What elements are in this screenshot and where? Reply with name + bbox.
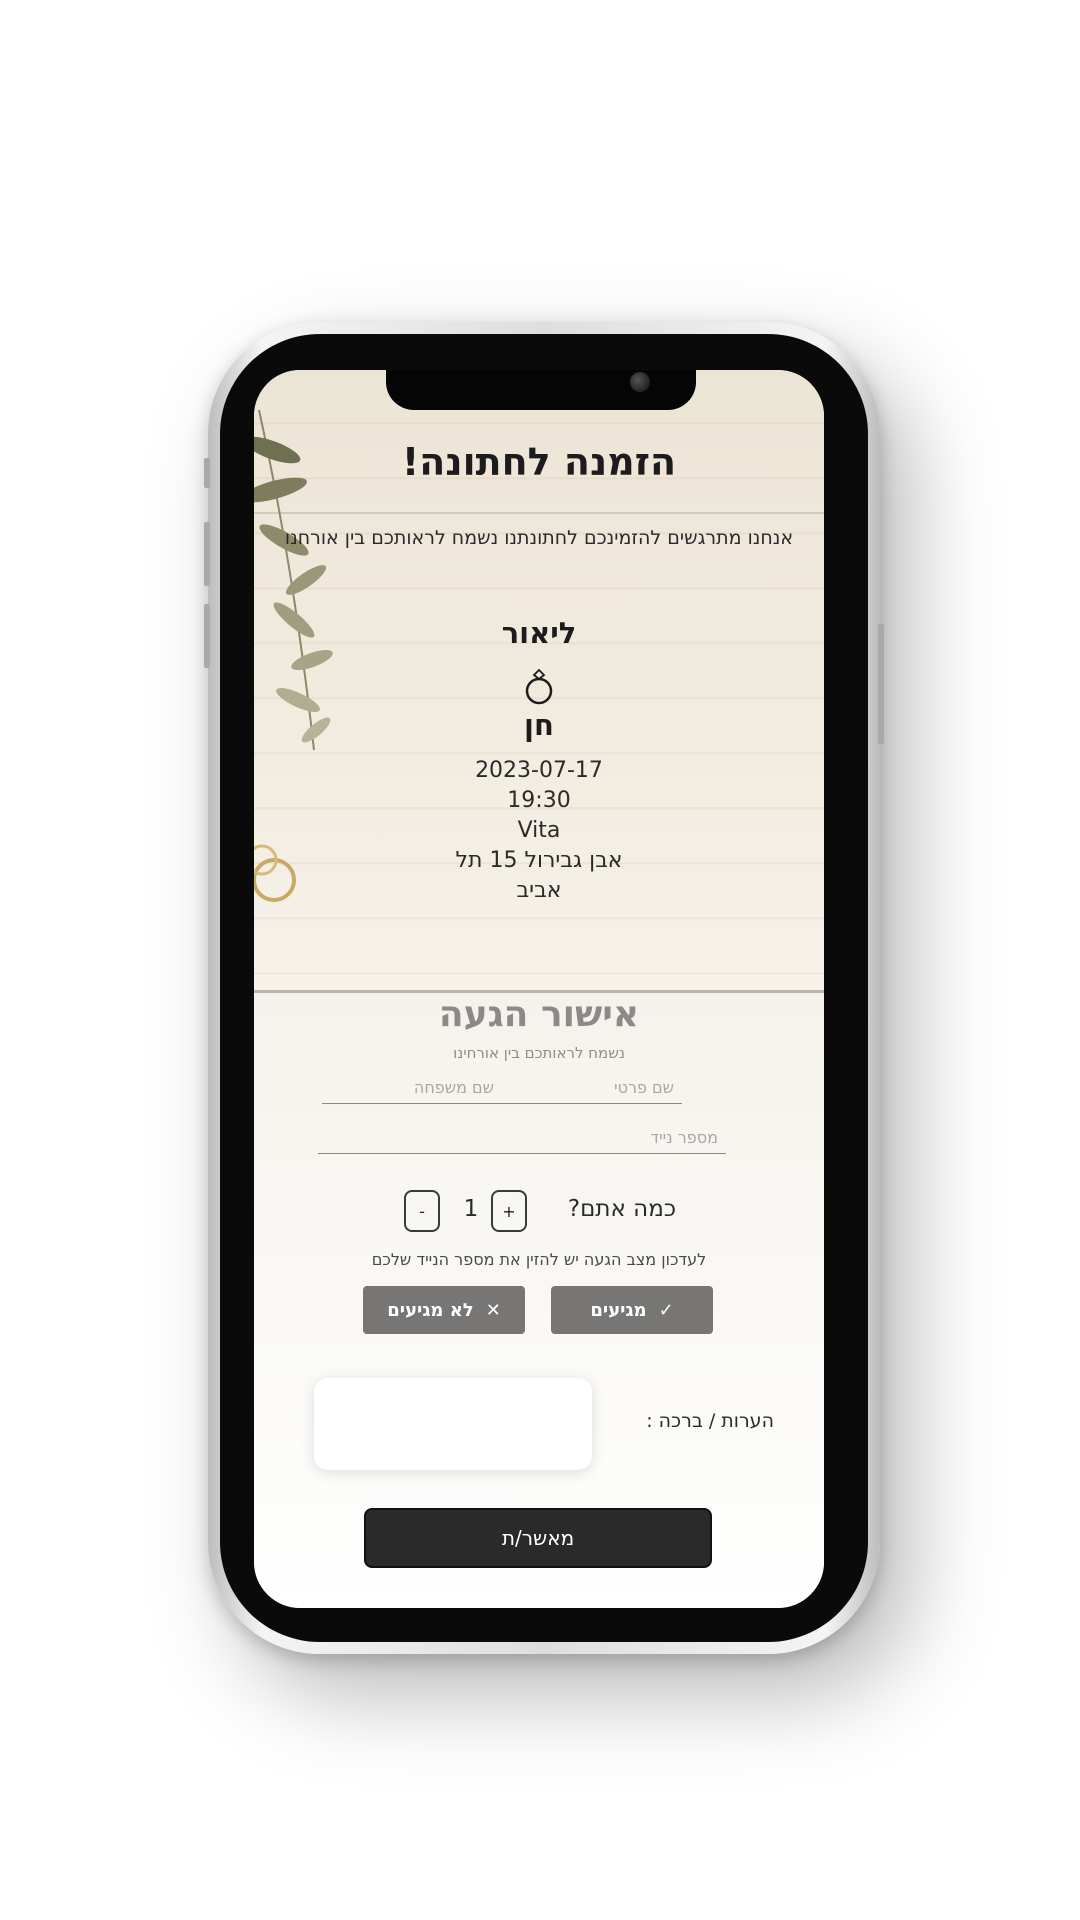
attending-button[interactable]: ✓ מגיעים <box>551 1286 713 1334</box>
last-name-field[interactable] <box>322 1072 502 1104</box>
not-attending-label: לא מגיעים <box>387 1299 474 1321</box>
volume-button <box>204 458 210 488</box>
invitation-intro: אנחנו מתרגשים להזמינכם לחתונתנו נשמח לרא… <box>284 527 794 549</box>
close-icon: ✕ <box>485 1299 501 1321</box>
camera-notch <box>386 370 696 410</box>
volume-down-button <box>204 604 210 668</box>
invitation-title: הזמנה לחתונה! <box>401 440 677 484</box>
not-attending-button[interactable]: ✕ לא מגיעים <box>363 1286 525 1334</box>
volume-up-button <box>204 522 210 586</box>
first-name-field[interactable] <box>502 1072 682 1104</box>
event-time: 19:30 <box>507 788 571 813</box>
check-icon: ✓ <box>658 1299 674 1321</box>
front-camera <box>630 372 650 392</box>
event-date: 2023-07-17 <box>475 758 603 783</box>
attending-label: מגיעים <box>590 1299 647 1321</box>
event-address-line1: אבן גבירול 15 תל <box>455 848 623 873</box>
notes-textarea[interactable] <box>314 1378 592 1470</box>
rsvp-title: אישור הגעה <box>438 994 640 1035</box>
partner-one-name: ליאור <box>501 616 577 650</box>
power-button <box>878 624 884 744</box>
update-status-note: לעדכון מצב הגעה יש להזין את מספר הנייד ש… <box>371 1250 707 1269</box>
ring-icon <box>525 668 553 705</box>
notes-label: הערות / ברכה : <box>646 1410 774 1432</box>
guest-count-value: 1 <box>463 1196 479 1222</box>
increase-count-button[interactable]: + <box>491 1190 527 1232</box>
rsvp-subtitle: נשמח לראותכם בין אורחינו <box>453 1044 625 1062</box>
partner-two-name: חן <box>524 708 554 742</box>
phone-field[interactable] <box>318 1122 726 1154</box>
event-address-line2: אביב <box>516 878 562 903</box>
event-details: 2023-07-17 19:30 Vita אבן גבירול 15 תל א… <box>429 756 649 906</box>
event-venue: Vita <box>517 818 561 843</box>
phone-screen: הזמנה לחתונה! אנחנו מתרגשים להזמינכם לחת… <box>254 370 824 1608</box>
confirm-button[interactable]: מאשר/ת <box>364 1508 712 1568</box>
decrease-count-button[interactable]: - <box>404 1190 440 1232</box>
section-divider <box>254 990 824 993</box>
guest-count-label: כמה אתם? <box>567 1196 676 1222</box>
